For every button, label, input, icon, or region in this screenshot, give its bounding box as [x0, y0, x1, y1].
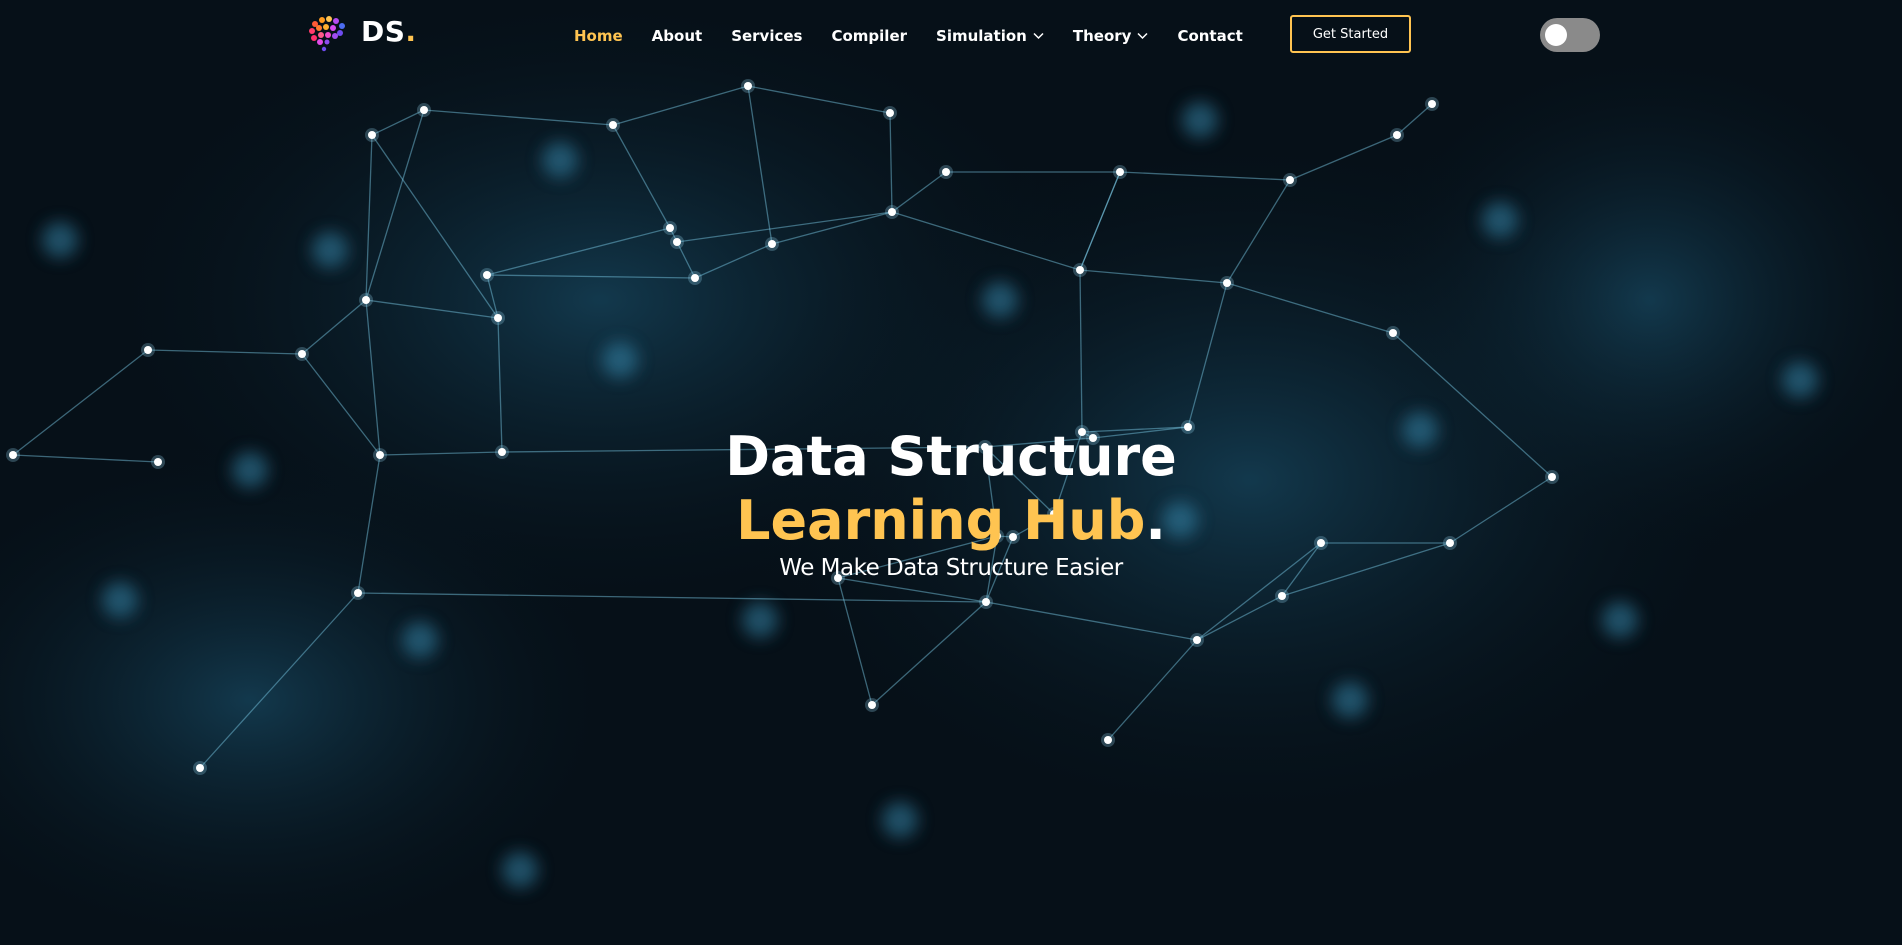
nav-simulation[interactable]: Simulation — [936, 26, 1044, 46]
network-node — [354, 589, 362, 597]
network-node — [868, 701, 876, 709]
blurred-particle — [402, 622, 438, 658]
blurred-particle — [1332, 682, 1368, 718]
network-node — [494, 314, 502, 322]
nav-services[interactable]: Services — [731, 26, 802, 46]
nav-compiler[interactable]: Compiler — [831, 26, 907, 46]
network-node — [666, 224, 674, 232]
blurred-particle — [742, 602, 778, 638]
network-node — [144, 346, 152, 354]
network-node — [768, 240, 776, 248]
network-node — [673, 238, 681, 246]
network-node — [609, 121, 617, 129]
chevron-down-icon — [1033, 32, 1044, 40]
network-node — [1193, 636, 1201, 644]
blurred-particle — [312, 232, 348, 268]
blurred-particle — [102, 582, 138, 618]
network-node — [368, 131, 376, 139]
network-node — [1116, 168, 1124, 176]
toggle-knob — [1545, 24, 1567, 46]
nav-home[interactable]: Home — [574, 26, 623, 46]
nav-about-label: About — [651, 27, 703, 45]
hero-title-dot: . — [1145, 489, 1166, 552]
network-node — [1223, 279, 1231, 287]
hero-title-line1: Data Structure — [725, 425, 1177, 488]
blurred-particle — [502, 852, 538, 888]
blurred-particle — [1182, 102, 1218, 138]
brand-logo[interactable]: DS. — [306, 14, 418, 56]
network-node — [1278, 592, 1286, 600]
blurred-particle — [982, 282, 1018, 318]
network-node — [982, 598, 990, 606]
hero-section: Data Structure Learning Hub. We Make Dat… — [0, 425, 1902, 583]
nav-compiler-label: Compiler — [831, 27, 908, 45]
network-node — [888, 208, 896, 216]
network-node — [298, 350, 306, 358]
network-node — [1393, 131, 1401, 139]
network-node — [1076, 266, 1084, 274]
nav-home-label: Home — [574, 27, 623, 45]
hero-title-accent: Learning Hub — [736, 489, 1146, 552]
nav-theory[interactable]: Theory — [1073, 26, 1149, 46]
nav-simulation-label: Simulation — [936, 27, 1027, 45]
network-node — [483, 271, 491, 279]
network-node — [1389, 329, 1397, 337]
network-node — [744, 82, 752, 90]
brand-name: DS. — [361, 15, 417, 48]
nav-services-label: Services — [731, 27, 803, 45]
network-node — [942, 168, 950, 176]
hero-subtitle: We Make Data Structure Easier — [779, 555, 1123, 581]
site-header: DS. Home About Services Compiler Simulat… — [0, 0, 1902, 70]
network-node — [196, 764, 204, 772]
network-node — [886, 109, 894, 117]
blurred-particle — [602, 342, 638, 378]
chevron-down-icon — [1137, 32, 1148, 40]
network-node — [1286, 176, 1294, 184]
blurred-particle — [42, 222, 78, 258]
blurred-particle — [882, 802, 918, 838]
brain-logo-icon — [309, 16, 345, 52]
network-node — [1104, 736, 1112, 744]
get-started-button[interactable]: Get Started — [1290, 15, 1411, 53]
main-nav: Home About Services Compiler Simulation … — [574, 26, 1272, 46]
nav-about[interactable]: About — [652, 26, 703, 46]
network-node — [691, 274, 699, 282]
blurred-particle — [542, 142, 578, 178]
network-node — [362, 296, 370, 304]
hero-title: Data Structure Learning Hub. — [0, 425, 1902, 553]
blurred-particle — [1602, 602, 1638, 638]
theme-toggle[interactable] — [1540, 18, 1600, 52]
nav-contact[interactable]: Contact — [1177, 26, 1242, 46]
brand-dot: . — [405, 15, 417, 48]
blurred-particle — [1782, 362, 1818, 398]
network-node — [1428, 100, 1436, 108]
nav-contact-label: Contact — [1177, 27, 1243, 45]
blurred-particle — [1482, 202, 1518, 238]
nav-theory-label: Theory — [1072, 27, 1132, 45]
network-node — [420, 106, 428, 114]
